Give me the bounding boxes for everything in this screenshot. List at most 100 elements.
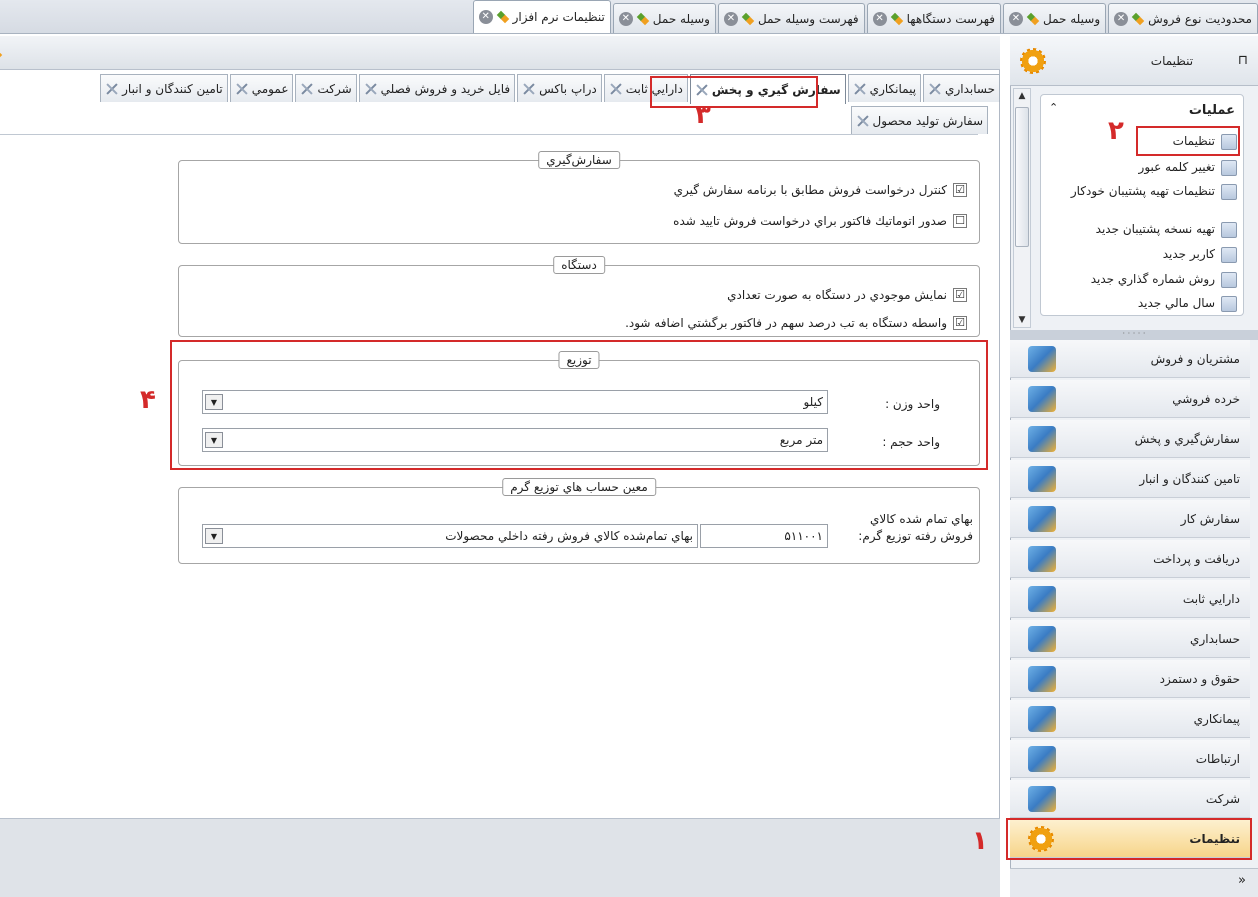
- sidebar-title: تنظيمات: [1150, 53, 1194, 68]
- annotation-three: ۳: [695, 100, 711, 130]
- module-ordering-distribution[interactable]: سفارش‌گيري و پخش: [1010, 420, 1250, 458]
- op-new-numbering[interactable]: روش شماره گذاري جديد: [1047, 271, 1237, 288]
- main-header: [0, 36, 1000, 70]
- collapse-icon[interactable]: ⌃: [1049, 101, 1058, 114]
- tab-seasonal-file[interactable]: فايل خريد و فروش فصلي: [358, 74, 516, 102]
- checkbox[interactable]: ☑: [953, 316, 967, 330]
- tab-company[interactable]: شركت: [295, 74, 357, 102]
- tools-icon: [522, 82, 536, 96]
- option-show-stock-count[interactable]: ☑ نمايش موجودي در دستگاه به صورت تعدادي: [727, 288, 967, 302]
- arrows-icon: [637, 13, 649, 25]
- tab-content-divider: [0, 134, 978, 135]
- checkbox[interactable]: ☑: [953, 183, 967, 197]
- tab-general[interactable]: عمومي: [229, 74, 294, 102]
- option-device-share-tab[interactable]: ☑ واسطه دستگاه به تب درصد سهم در فاكتور ب…: [625, 316, 967, 330]
- tab-production-order[interactable]: سفارش توليد محصول: [850, 106, 988, 134]
- module-label: حسابداري: [1190, 631, 1240, 646]
- doc-tab-sales-type-limit[interactable]: محدوديت نوع فروش ✕: [1108, 3, 1258, 33]
- close-icon[interactable]: ✕: [1008, 11, 1023, 26]
- cogs-label-line2: فروش رفته توزيع گرم:: [858, 529, 973, 543]
- op-label: تغيير كلمه عبور: [1138, 160, 1215, 174]
- module-accounting[interactable]: حسابداري: [1010, 620, 1250, 658]
- module-work-order[interactable]: سفارش كار: [1010, 500, 1250, 538]
- tab-accounting[interactable]: حسابداري: [923, 74, 1000, 102]
- tab-dropbox[interactable]: دراپ باكس: [517, 74, 602, 102]
- scroll-down-icon[interactable]: ▼: [1014, 313, 1030, 327]
- module-communications[interactable]: ارتباطات: [1010, 740, 1250, 778]
- group-title: سفارش‌گيري: [538, 151, 620, 169]
- module-company[interactable]: شركت: [1010, 780, 1250, 818]
- doc-tab-label: فهرست وسيله حمل: [757, 11, 859, 26]
- tools-icon: [235, 82, 249, 96]
- op-auto-backup-settings[interactable]: تنظيمات تهيه پشتيبان خودكار: [1047, 183, 1237, 200]
- module-label: ارتباطات: [1195, 751, 1240, 766]
- close-icon[interactable]: ✕: [1114, 11, 1129, 26]
- checkbox[interactable]: ☑: [953, 288, 967, 302]
- tab-label: تامين كنندگان و انبار: [122, 81, 223, 96]
- option-control-sales-request[interactable]: ☑ كنترل درخواست فروش مطابق با برنامه سفار…: [674, 183, 967, 197]
- gear-icon: [1020, 47, 1047, 74]
- op-label: تهيه نسخه پشتيبان جديد: [1095, 222, 1215, 236]
- tools-icon: [856, 114, 870, 128]
- cogs-label-line1: بهاي تمام شده كالاي: [870, 512, 973, 526]
- module-suppliers-warehouse[interactable]: تامين كنندگان و انبار: [1010, 460, 1250, 498]
- module-contracting[interactable]: پيمانكاري: [1010, 700, 1250, 738]
- op-label: كاربر جديد: [1162, 247, 1215, 261]
- tab-label: پيمانكاري: [869, 81, 917, 96]
- checkbox[interactable]: ☐: [953, 214, 967, 228]
- tab-label: سفارش توليد محصول: [872, 113, 983, 128]
- pin-icon[interactable]: ⊓: [1238, 53, 1248, 68]
- highlight-module-settings: [1006, 818, 1252, 860]
- doc-tab-label: تنظيمات نرم افزار: [512, 10, 605, 24]
- close-icon[interactable]: ✕: [618, 11, 633, 26]
- sidebar-scrollbar[interactable]: ▲ ▼: [1013, 88, 1031, 328]
- doc-tab-device-list[interactable]: فهرست دستگاهها ✕: [866, 3, 1001, 33]
- dropdown-arrow-icon[interactable]: ▼: [205, 528, 223, 544]
- device-group: دستگاه ☑ نمايش موجودي در دستگاه به صورت ت…: [178, 256, 980, 337]
- settings-tabs-row1: حسابداري پيمانكاري سفارش گيري و پخش دارا…: [100, 74, 1000, 106]
- module-customers-sales[interactable]: مشتريان و فروش: [1010, 340, 1250, 378]
- module-payroll[interactable]: حقوق و دستمزد: [1010, 660, 1250, 698]
- work-order-icon: [1028, 505, 1056, 532]
- warehouse-icon: [1028, 465, 1056, 492]
- more-icon[interactable]: »: [1238, 873, 1246, 888]
- assets-icon: [1028, 585, 1056, 612]
- doc-tab-software-settings[interactable]: تنظيمات نرم افزار ✕: [472, 0, 611, 33]
- account-code-input[interactable]: ۵۱۱۰۰۱: [700, 524, 828, 548]
- splitter-grip[interactable]: · · · · ·: [1010, 330, 1258, 340]
- company-icon: [1028, 785, 1056, 812]
- status-bar: [0, 818, 1000, 897]
- op-change-password[interactable]: تغيير كلمه عبور: [1047, 159, 1237, 176]
- tab-contracting[interactable]: پيمانكاري: [847, 74, 922, 102]
- handshake-icon: [1028, 705, 1056, 732]
- option-label: كنترل درخواست فروش مطابق با برنامه سفارش…: [673, 183, 947, 197]
- module-label: مشتريان و فروش: [1150, 351, 1240, 366]
- module-receive-pay[interactable]: دريافت و پرداخت: [1010, 540, 1250, 578]
- op-new-backup[interactable]: تهيه نسخه پشتيبان جديد: [1047, 221, 1237, 238]
- doc-tab-vehicle-2[interactable]: وسيله حمل ✕: [612, 3, 716, 33]
- doc-tab-vehicle-list[interactable]: فهرست وسيله حمل ✕: [717, 3, 865, 33]
- op-new-fiscal-year[interactable]: سال مالي جديد: [1047, 295, 1237, 312]
- close-icon[interactable]: ✕: [723, 11, 738, 26]
- arrows-icon: [1027, 13, 1039, 25]
- highlight-op-settings: [1136, 126, 1240, 156]
- scroll-thumb[interactable]: [1015, 107, 1029, 247]
- option-label: نمايش موجودي در دستگاه به صورت تعدادي: [727, 288, 947, 302]
- account-name-select[interactable]: بهاي تمام‌شده كالاي فروش رفته داخلي محصو…: [202, 524, 698, 548]
- option-auto-invoice[interactable]: ☐ صدور اتوماتيك فاكتور براي درخواست فروش …: [673, 214, 967, 228]
- doc-tab-vehicle[interactable]: وسيله حمل ✕: [1002, 3, 1107, 33]
- module-label: دريافت و پرداخت: [1153, 551, 1240, 566]
- scroll-up-icon[interactable]: ▲: [1014, 89, 1030, 103]
- close-icon[interactable]: ✕: [478, 10, 493, 24]
- module-retail[interactable]: خرده فروشي: [1010, 380, 1250, 418]
- op-new-user[interactable]: كاربر جديد: [1047, 246, 1237, 263]
- sales-chart-icon: [1028, 345, 1056, 372]
- doc-tab-label: وسيله حمل: [652, 11, 710, 26]
- module-fixed-assets[interactable]: دارايي ثابت: [1010, 580, 1250, 618]
- arrows-icon: [497, 11, 509, 23]
- module-label: سفارش‌گيري و پخش: [1134, 431, 1240, 446]
- tab-suppliers-warehouse[interactable]: تامين كنندگان و انبار: [100, 74, 228, 102]
- document-tabs-bar: محدوديت نوع فروش ✕ وسيله حمل ✕ فهرست دستگا…: [0, 0, 1258, 34]
- close-icon[interactable]: ✕: [872, 11, 887, 26]
- tab-label: حسابداري: [945, 81, 995, 96]
